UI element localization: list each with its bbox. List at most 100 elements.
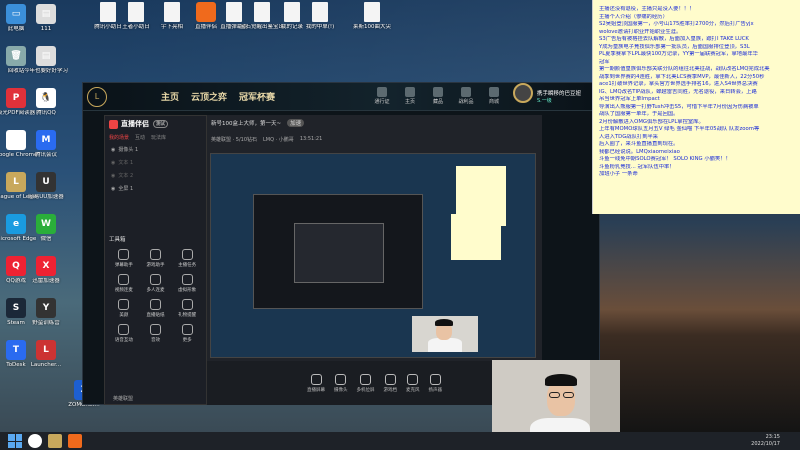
scene-item[interactable]: ◉ 全屏 1 <box>105 182 206 195</box>
desktop-icon-left2-7[interactable]: Y 野蛮训练营 <box>24 298 68 327</box>
home-icon <box>405 87 415 97</box>
avatar <box>513 83 533 103</box>
nested-preview <box>253 194 423 309</box>
tab-my-scene[interactable]: 我的场景 <box>109 134 129 141</box>
notepad-line: 主播个人介绍（惨痛的经历） <box>599 13 668 20</box>
icon-top-2-icon <box>164 2 180 22</box>
nav-champions-cup[interactable]: 冠军杯赛 <box>239 90 275 103</box>
tool-11[interactable]: 更多 <box>172 324 202 343</box>
notepad-window[interactable]: 主播还没有退役，主播只是没人要！！！ 主播个人介绍（惨痛的经历） S2吴姐登顶国服第… <box>592 0 800 214</box>
notepad-line: Y成为皇族电子竞技俱乐部第一批队员，后面国服排位登顶，S3L <box>599 43 750 50</box>
app-badge[interactable]: 测试 <box>153 120 168 128</box>
icon-left2-4-icon: U <box>36 172 56 192</box>
tool-5[interactable]: 虚拟形象 <box>172 274 202 293</box>
tool-4[interactable]: 多人连麦 <box>141 274 171 293</box>
nav-tft[interactable]: 云顶之弈 <box>191 90 227 103</box>
notepad-line: PL夏季赛拿下LPL最快100万记录，YY第一届联赛冠军，拿地最年华 <box>599 51 758 57</box>
icon-left2-0-icon: ▤ <box>36 4 56 24</box>
stream-assistant-header: 直播伴侣 测试 <box>105 116 206 132</box>
loot-icon <box>461 87 471 97</box>
notepad-line: 主播还没有退役，主播只是没人要！！！ <box>599 6 695 12</box>
start-button[interactable] <box>8 434 22 448</box>
scene-item[interactable]: ◉ 文本 2 <box>105 169 206 182</box>
desktop-icon-left2-1[interactable]: ▤ 今年也要好好学习 <box>24 46 68 75</box>
desktop-icon-left2-0[interactable]: ▤ 111 <box>24 4 68 33</box>
control-icon <box>310 373 322 385</box>
notepad-line: 2月份解散进入OMG俱乐部在LPL拿控室库。 <box>599 118 704 125</box>
desktop-icon-left2-5[interactable]: W 微信 <box>24 214 68 243</box>
chrome-taskbar-icon[interactable] <box>28 434 42 448</box>
notepad-thumbnail <box>456 166 506 226</box>
notepad-line: 吊当世界冠军上单Impact <box>599 96 660 102</box>
profile-status: S.一级 <box>537 98 552 104</box>
notepad-line: ace1打破世界记录，拿头官方世界选手排名16，进入S4世界总决赛 <box>599 81 758 87</box>
profile-box[interactable]: 携手瞬移的巴豆妞 S.一级 <box>509 79 595 115</box>
store-button[interactable]: 商城 <box>485 87 503 105</box>
icon-left2-3-icon: M <box>36 130 56 150</box>
icon-left2-8-icon: L <box>36 340 56 360</box>
icon-left-6-icon: Q <box>6 256 26 276</box>
control-icon <box>360 373 371 385</box>
desktop-icon-left2-4[interactable]: U 网易UU加速器 <box>24 172 68 201</box>
tool-1[interactable]: 游戏助手 <box>141 249 171 268</box>
desktop-icon-left2-3[interactable]: M 腾讯会议 <box>24 130 68 159</box>
clock[interactable]: 23:15 2022/10/17 <box>751 434 780 448</box>
desktop-icon-left2-2[interactable]: 🐧 腾讯QQ <box>24 88 68 117</box>
eye-icon: ◉ <box>111 146 116 153</box>
lol-taskbar-icon[interactable] <box>48 434 62 448</box>
stream-tag[interactable]: 加速 <box>287 119 305 127</box>
game-label: 英雄联盟 <box>113 396 134 402</box>
notepad-line: 第一期颜值皇族俱乐部关联分队的组往北美征战，战队改名LMQ完成北美 <box>599 66 770 72</box>
tool-8[interactable]: 礼物提醒 <box>172 299 202 318</box>
pass-button[interactable]: 通行证 <box>373 87 391 105</box>
tab-playbook[interactable]: 玩法库 <box>151 134 166 141</box>
eye-icon: ◉ <box>111 159 116 166</box>
notepad-line: IG、LMQ改名TIP战队，蝉越雷吉同胜，无名退役，来日转会，上路 <box>599 88 757 95</box>
preview-title-bar: 新号100盒上大师，第一天~ 加速 <box>207 115 542 131</box>
home-button[interactable]: 主页 <box>401 87 419 105</box>
scene-item[interactable]: ◉ 文本 1 <box>105 156 206 169</box>
icon-left2-2-icon: 🐧 <box>36 88 56 108</box>
desktop-icon-top-7[interactable]: 我的中单(!) <box>298 2 342 31</box>
taskbar: 23:15 2022/10/17 <box>0 432 800 450</box>
control-1[interactable]: 摄像头 <box>334 373 348 393</box>
tool-icon <box>149 249 161 260</box>
tool-icon <box>181 249 193 260</box>
desktop-icon-left2-6[interactable]: X 迅雷加速器 <box>24 256 68 285</box>
tool-10[interactable]: 音效 <box>141 324 171 343</box>
stream-taskbar-icon[interactable] <box>68 434 82 448</box>
notepad-line: 导演出人熊服第一打野Tush冲击S5，可惜下半年7月份因为伤病被单 <box>599 103 759 110</box>
control-4[interactable]: 麦克风 <box>406 373 420 393</box>
desktop-icon-left2-8[interactable]: L Launcher... <box>24 340 68 369</box>
nav-home[interactable]: 主页 <box>161 90 179 103</box>
desktop-icon-top-8[interactable]: 莱斯100曲大尖 <box>350 2 394 31</box>
control-5[interactable]: 扬声器 <box>429 373 442 393</box>
app-title: 直播伴侣 <box>121 120 149 128</box>
tool-3[interactable]: 视频连麦 <box>109 274 139 293</box>
tool-2[interactable]: 主播任务 <box>172 249 202 268</box>
scene-item[interactable]: ◉ 摄像头 1 <box>105 143 206 156</box>
store-icon <box>489 87 499 97</box>
icon-top-1-icon <box>128 2 144 22</box>
notepad-line: 加班小子 一条命 <box>599 171 638 177</box>
collection-button[interactable]: 藏品 <box>429 87 447 105</box>
loot-button[interactable]: 战利品 <box>457 87 475 105</box>
tool-icon <box>181 274 193 285</box>
icon-left-3-icon: ◉ <box>6 130 26 150</box>
control-icon <box>335 373 347 385</box>
tool-0[interactable]: 弹幕助手 <box>109 249 139 268</box>
notepad-line: 人进入TDG战队打到半采 <box>599 133 659 140</box>
icon-left-1-icon: 🗑 <box>6 46 26 66</box>
control-3[interactable]: 游戏档 <box>384 373 397 393</box>
control-0[interactable]: 直播屏幕 <box>307 373 325 393</box>
control-icon <box>429 373 441 385</box>
tab-interact[interactable]: 互动 <box>135 134 145 141</box>
tool-icon <box>118 324 130 335</box>
tool-7[interactable]: 直播贴纸 <box>141 299 171 318</box>
tool-9[interactable]: 语音互动 <box>109 324 139 343</box>
icon-top-5-icon <box>254 2 270 22</box>
tool-icon <box>149 324 161 335</box>
icon-left-5-icon: e <box>6 214 26 234</box>
tool-6[interactable]: 美颜 <box>109 299 139 318</box>
control-2[interactable]: 多机位屏 <box>357 373 375 393</box>
